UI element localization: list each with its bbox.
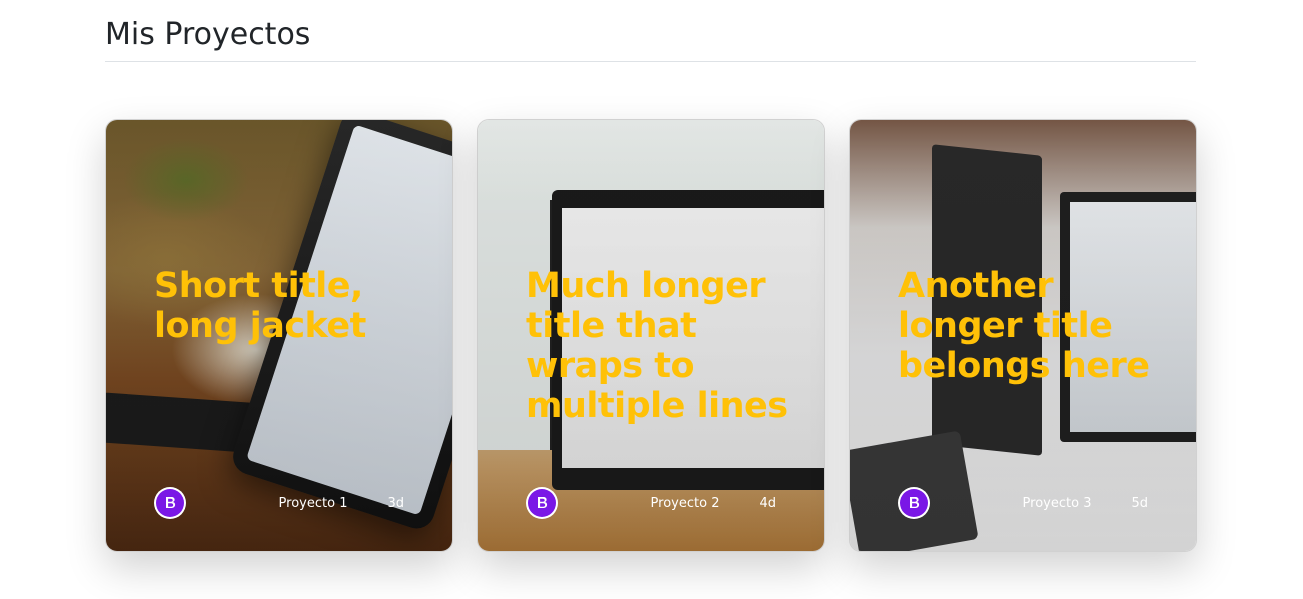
card-time: 3d — [387, 495, 404, 511]
card-project-label: Proyecto 3 — [1022, 495, 1092, 511]
title-divider — [105, 61, 1196, 62]
project-card-3[interactable]: Another longer title belongs here Proyec… — [849, 119, 1197, 552]
card-meta: Proyecto 2 4d — [526, 487, 776, 519]
project-card-2[interactable]: Much longer title that wraps to multiple… — [477, 119, 825, 552]
bootstrap-icon — [154, 487, 186, 519]
card-time: 4d — [759, 495, 776, 511]
bootstrap-icon — [898, 487, 930, 519]
page-title: Mis Proyectos — [105, 17, 311, 52]
card-title: Another longer title belongs here — [898, 266, 1150, 386]
project-cards: Short title, long jacket Proyecto 1 3d M… — [105, 119, 1197, 553]
project-card-1[interactable]: Short title, long jacket Proyecto 1 3d — [105, 119, 453, 552]
card-time: 5d — [1131, 495, 1148, 511]
card-meta: Proyecto 1 3d — [154, 487, 404, 519]
card-title: Much longer title that wraps to multiple… — [526, 266, 788, 426]
bootstrap-icon — [526, 487, 558, 519]
card-project-label: Proyecto 2 — [650, 495, 720, 511]
card-title: Short title, long jacket — [154, 266, 366, 346]
card-project-label: Proyecto 1 — [278, 495, 348, 511]
card-meta: Proyecto 3 5d — [898, 487, 1148, 519]
